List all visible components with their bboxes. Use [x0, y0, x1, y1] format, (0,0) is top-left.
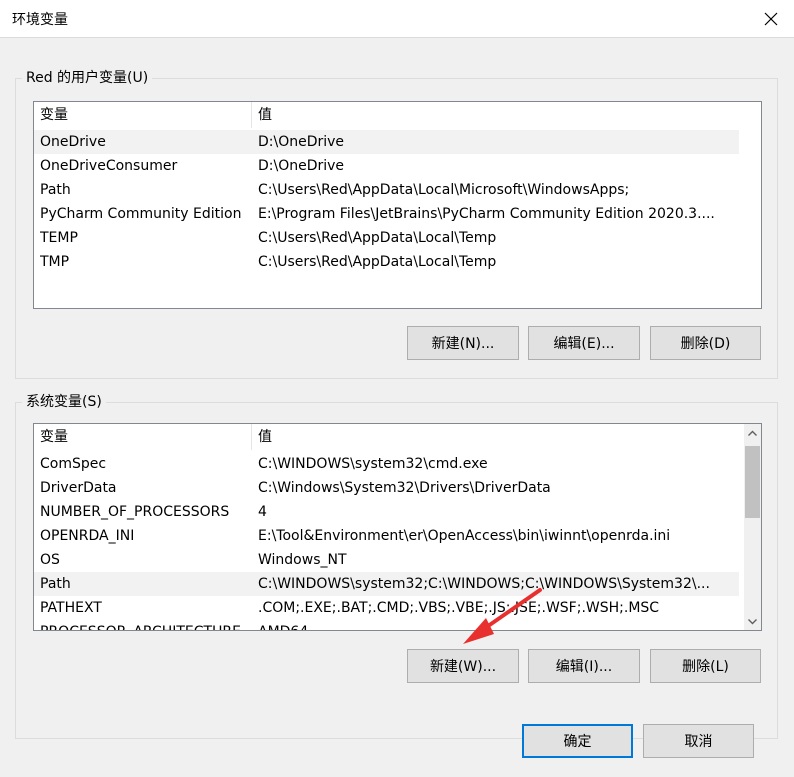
- close-icon: [764, 12, 778, 26]
- table-row[interactable]: OneDrive D:\OneDrive: [34, 130, 739, 154]
- list-header: 变量 值: [34, 102, 761, 128]
- table-row[interactable]: Path C:\Users\Red\AppData\Local\Microsof…: [34, 178, 739, 202]
- scroll-down-button[interactable]: [744, 613, 761, 630]
- table-row[interactable]: OneDriveConsumer D:\OneDrive: [34, 154, 739, 178]
- table-row[interactable]: ComSpec C:\WINDOWS\system32\cmd.exe: [34, 452, 739, 476]
- window-title: 环境变量: [12, 12, 68, 28]
- row-name: OS: [40, 552, 60, 568]
- scroll-up-button[interactable]: [744, 424, 761, 441]
- user-variables-label: Red 的用户变量(U): [22, 69, 153, 87]
- row-name: OneDriveConsumer: [40, 158, 178, 174]
- row-value: E:\Program Files\JetBrains\PyCharm Commu…: [258, 206, 715, 222]
- row-name: Path: [40, 576, 71, 592]
- row-name: OPENRDA_INI: [40, 528, 135, 544]
- row-value: D:\OneDrive: [258, 158, 345, 174]
- row-value: C:\Users\Red\AppData\Local\Microsoft\Win…: [258, 182, 630, 198]
- column-header-value[interactable]: 值: [252, 424, 739, 450]
- row-value: C:\Windows\System32\Drivers\DriverData: [258, 480, 551, 496]
- table-row[interactable]: OPENRDA_INI E:\Tool&Environment\er\OpenA…: [34, 524, 739, 548]
- column-header-name[interactable]: 变量: [34, 102, 252, 128]
- user-new-button[interactable]: 新建(N)...: [407, 326, 519, 360]
- dialog-body: Red 的用户变量(U) 变量 值 OneDrive D:\OneDrive O…: [0, 38, 794, 777]
- row-value: .COM;.EXE;.BAT;.CMD;.VBS;.VBE;.JS;.JSE;.…: [258, 600, 660, 616]
- list-header: 变量 值: [34, 424, 761, 450]
- table-row[interactable]: PATHEXT .COM;.EXE;.BAT;.CMD;.VBS;.VBE;.J…: [34, 596, 739, 620]
- scrollbar-thumb[interactable]: [745, 446, 760, 518]
- row-value: C:\WINDOWS\system32\cmd.exe: [258, 456, 488, 472]
- row-value: C:\WINDOWS\system32;C:\WINDOWS;C:\WINDOW…: [258, 576, 710, 592]
- column-header-value[interactable]: 值: [252, 102, 272, 128]
- table-row[interactable]: NUMBER_OF_PROCESSORS 4: [34, 500, 739, 524]
- row-name: DriverData: [40, 480, 117, 496]
- ok-button[interactable]: 确定: [522, 724, 633, 758]
- row-value: C:\Users\Red\AppData\Local\Temp: [258, 230, 497, 246]
- row-name: Path: [40, 182, 71, 198]
- row-name: ComSpec: [40, 456, 107, 472]
- row-name: NUMBER_OF_PROCESSORS: [40, 504, 230, 520]
- table-row[interactable]: OS Windows_NT: [34, 548, 739, 572]
- table-row[interactable]: DriverData C:\Windows\System32\Drivers\D…: [34, 476, 739, 500]
- row-name: OneDrive: [40, 134, 106, 150]
- system-variables-label: 系统变量(S): [22, 393, 106, 411]
- column-header-name[interactable]: 变量: [34, 424, 252, 450]
- row-name: PROCESSOR_ARCHITECTURE: [40, 620, 252, 630]
- table-row[interactable]: PROCESSOR_ARCHITECTURE AMD64: [34, 620, 739, 630]
- row-value: D:\OneDrive: [258, 134, 345, 150]
- close-button[interactable]: [748, 0, 794, 38]
- row-value: C:\Users\Red\AppData\Local\Temp: [258, 254, 497, 270]
- row-name: PyCharm Community Edition: [40, 206, 242, 222]
- system-new-button[interactable]: 新建(W)...: [407, 649, 519, 683]
- chevron-down-icon: [748, 618, 757, 624]
- table-row[interactable]: TEMP C:\Users\Red\AppData\Local\Temp: [34, 226, 739, 250]
- title-bar: 环境变量: [0, 0, 794, 38]
- system-edit-button[interactable]: 编辑(I)...: [528, 649, 640, 683]
- user-edit-button[interactable]: 编辑(E)...: [528, 326, 640, 360]
- table-row[interactable]: TMP C:\Users\Red\AppData\Local\Temp: [34, 250, 739, 274]
- chevron-up-icon: [748, 430, 757, 436]
- row-value: 4: [258, 504, 267, 520]
- row-name: PATHEXT: [40, 600, 102, 616]
- cancel-button[interactable]: 取消: [643, 724, 754, 758]
- user-variables-list[interactable]: 变量 值 OneDrive D:\OneDrive OneDriveConsum…: [33, 101, 762, 309]
- system-delete-button[interactable]: 删除(L): [650, 649, 761, 683]
- row-value: E:\Tool&Environment\er\OpenAccess\bin\iw…: [258, 528, 671, 544]
- vertical-scrollbar[interactable]: [744, 424, 761, 630]
- row-name: TEMP: [40, 230, 78, 246]
- row-value: Windows_NT: [258, 552, 347, 568]
- user-delete-button[interactable]: 删除(D): [650, 326, 761, 360]
- table-row[interactable]: Path C:\WINDOWS\system32;C:\WINDOWS;C:\W…: [34, 572, 739, 596]
- table-row[interactable]: PyCharm Community Edition E:\Program Fil…: [34, 202, 739, 226]
- row-name: TMP: [40, 254, 70, 270]
- system-variables-list[interactable]: 变量 值 ComSpec C:\WINDOWS\system32\cmd.exe…: [33, 423, 762, 631]
- row-value: AMD64: [258, 620, 308, 630]
